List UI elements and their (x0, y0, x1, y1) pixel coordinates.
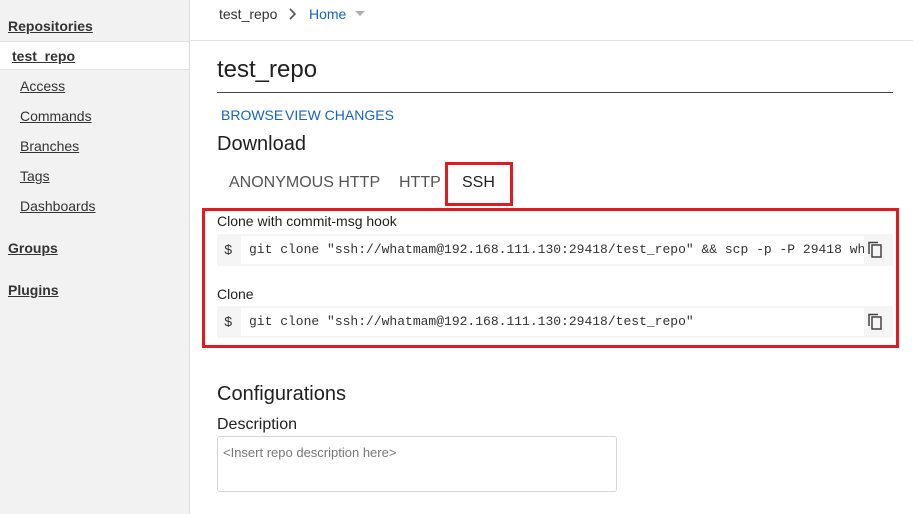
view-changes-link[interactable]: VIEW CHANGES (285, 107, 394, 123)
configurations-heading: Configurations (217, 383, 346, 405)
clone-commands-highlight (202, 208, 899, 348)
breadcrumb-repo: test_repo (219, 6, 278, 22)
sidebar-item-branches[interactable]: Branches (20, 138, 79, 154)
description-field[interactable]: <Insert repo description here> (217, 436, 617, 492)
sidebar-item-dashboards[interactable]: Dashboards (20, 198, 96, 214)
page-title: test_repo (217, 56, 318, 83)
download-heading: Download (217, 133, 306, 155)
sidebar: Repositories test_repo Access Commands B… (0, 0, 190, 514)
sidebar-item-tags[interactable]: Tags (20, 168, 50, 184)
ssh-tab-highlight (445, 162, 513, 206)
sidebar-repositories-link[interactable]: Repositories (8, 18, 93, 34)
sidebar-groups-link[interactable]: Groups (8, 240, 58, 256)
sidebar-plugins-link[interactable]: Plugins (8, 282, 59, 298)
browse-link[interactable]: BROWSE (221, 107, 283, 123)
caret-down-icon[interactable] (355, 11, 365, 16)
sidebar-current-repo-label[interactable]: test_repo (12, 48, 75, 64)
tab-http[interactable]: HTTP (399, 174, 441, 192)
tab-anonymous-http[interactable]: ANONYMOUS HTTP (229, 174, 380, 192)
sidebar-item-commands[interactable]: Commands (20, 108, 92, 124)
title-divider (217, 92, 893, 93)
sidebar-item-access[interactable]: Access (20, 78, 65, 94)
breadcrumb-home-dropdown[interactable]: Home (309, 6, 346, 22)
breadcrumb: test_repo Home (191, 0, 913, 41)
sidebar-item-current-repo[interactable]: test_repo (0, 41, 189, 70)
description-placeholder[interactable]: <Insert repo description here> (223, 445, 396, 460)
description-label: Description (217, 416, 298, 433)
chevron-right-icon (289, 8, 297, 20)
